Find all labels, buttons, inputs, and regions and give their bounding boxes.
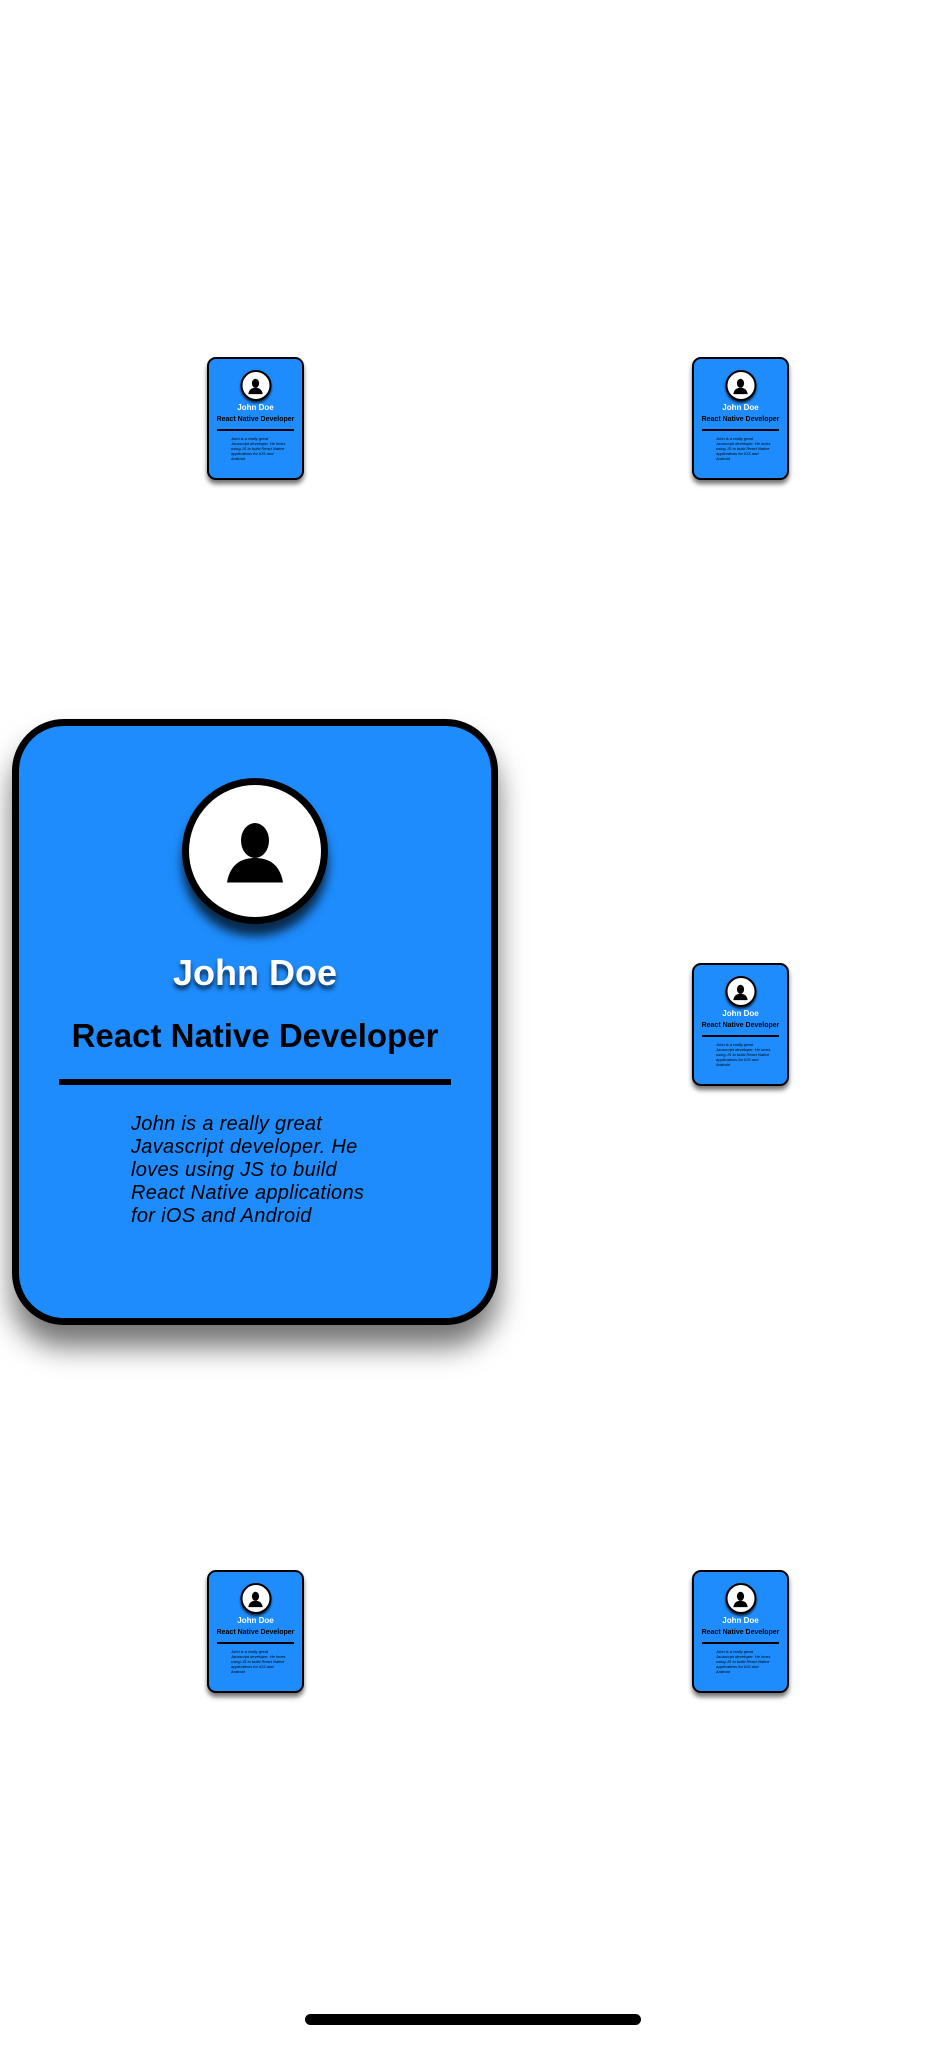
profile-bio: John is a really great Javascript develo… (231, 436, 286, 461)
avatar (240, 1583, 271, 1614)
divider (217, 429, 294, 431)
profile-card-mini-top-left[interactable]: John Doe React Native Developer John is … (207, 357, 304, 480)
user-silhouette-icon (248, 378, 263, 394)
divider (702, 1035, 779, 1037)
divider (217, 1642, 294, 1644)
avatar (725, 976, 756, 1007)
user-silhouette-icon (733, 984, 748, 1000)
profile-card-mini-middle-right[interactable]: John Doe React Native Developer John is … (692, 963, 789, 1086)
profile-name: John Doe (722, 1009, 759, 1018)
avatar (182, 778, 328, 924)
profile-card-mini-bottom-right[interactable]: John Doe React Native Developer John is … (692, 1570, 789, 1693)
profile-name: John Doe (722, 403, 759, 412)
profile-card-mini-bottom-left[interactable]: John Doe React Native Developer John is … (207, 1570, 304, 1693)
profile-role: React Native Developer (216, 416, 295, 423)
profile-name: John Doe (722, 1616, 759, 1625)
user-silhouette-icon (733, 378, 748, 394)
profile-bio: John is a really great Javascript develo… (131, 1113, 365, 1227)
profile-card-main[interactable]: John Doe React Native Developer John is … (12, 719, 498, 1325)
profile-role: React Native Developer (701, 1629, 780, 1636)
profile-name: John Doe (237, 1616, 274, 1625)
profile-role: React Native Developer (71, 1017, 439, 1054)
user-silhouette-icon (248, 1591, 263, 1607)
avatar (725, 1583, 756, 1614)
profile-bio: John is a really great Javascript develo… (716, 436, 771, 461)
profile-name: John Doe (172, 952, 337, 993)
avatar (240, 370, 271, 401)
profile-bio: John is a really great Javascript develo… (716, 1649, 771, 1674)
divider (702, 429, 779, 431)
user-silhouette-icon (227, 823, 283, 883)
profile-name: John Doe (237, 403, 274, 412)
home-indicator[interactable] (305, 2014, 641, 2025)
user-silhouette-icon (733, 1591, 748, 1607)
profile-role: React Native Developer (216, 1629, 295, 1636)
profile-card-mini-top-right[interactable]: John Doe React Native Developer John is … (692, 357, 789, 480)
profile-bio: John is a really great Javascript develo… (716, 1042, 771, 1067)
avatar (725, 370, 756, 401)
profile-role: React Native Developer (701, 416, 780, 423)
divider (702, 1642, 779, 1644)
profile-role: React Native Developer (701, 1022, 780, 1029)
divider (59, 1079, 451, 1085)
profile-bio: John is a really great Javascript develo… (231, 1649, 286, 1674)
